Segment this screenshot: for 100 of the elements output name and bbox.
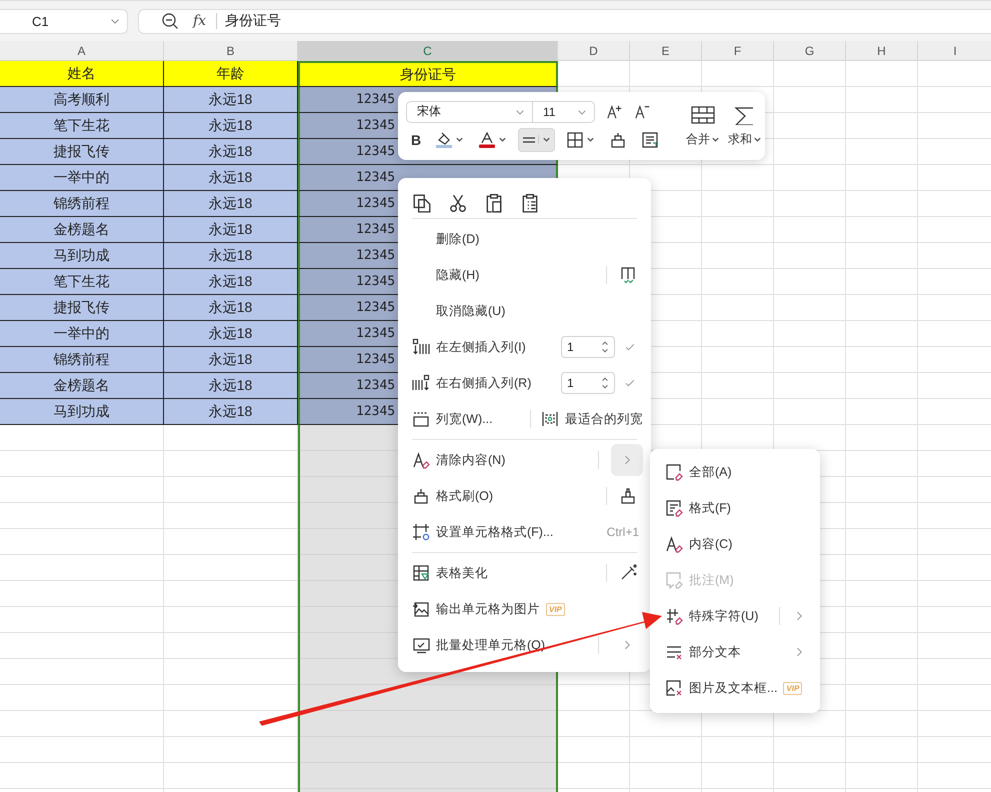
special-char-icon bbox=[665, 607, 683, 625]
table-cell: 笔下生花 bbox=[0, 113, 164, 139]
table-cell: 捷报飞传 bbox=[0, 139, 164, 165]
table-cell: 永远18 bbox=[164, 373, 298, 399]
table-cell: 高考顺利 bbox=[0, 87, 164, 113]
hide-column-icon[interactable] bbox=[619, 266, 637, 284]
column-width-icon bbox=[412, 410, 430, 428]
menu-item[interactable]: 表格美化 bbox=[412, 558, 606, 588]
table-cell: 永远18 bbox=[164, 87, 298, 113]
eraser-icon bbox=[665, 463, 683, 481]
table-cell: 一举中的 bbox=[0, 321, 164, 347]
table-cell: 永远18 bbox=[164, 191, 298, 217]
size-select[interactable]: 11 bbox=[533, 100, 595, 122]
menu-item[interactable]: 清除内容(N) bbox=[412, 445, 598, 475]
stepper-icon bbox=[601, 340, 609, 354]
table-cell: 金榜题名 bbox=[0, 217, 164, 243]
brush-icon bbox=[412, 487, 430, 505]
align-icon bbox=[522, 136, 536, 144]
table-cell: 永远18 bbox=[164, 399, 298, 425]
vip-badge: VIP bbox=[783, 682, 802, 694]
column-header[interactable]: D bbox=[558, 41, 630, 60]
table-cell: 捷报飞传 bbox=[0, 295, 164, 321]
format-eraser-icon bbox=[665, 499, 683, 517]
table-cell: 金榜题名 bbox=[0, 373, 164, 399]
table-cell: 马到功成 bbox=[0, 243, 164, 269]
column-header[interactable]: C bbox=[298, 41, 558, 60]
table-cell: 永远18 bbox=[164, 269, 298, 295]
wrap-text-icon bbox=[641, 130, 660, 148]
clear-icon bbox=[665, 535, 683, 553]
table-cell: 永远18 bbox=[164, 217, 298, 243]
vip-badge: VIP bbox=[546, 602, 565, 616]
caret-icon bbox=[586, 135, 596, 144]
column-header[interactable]: I bbox=[918, 41, 991, 60]
font-shrink-icon[interactable] bbox=[635, 104, 651, 120]
name-box[interactable]: C1 bbox=[0, 8, 128, 34]
stepper-icon bbox=[601, 376, 609, 390]
header-cell: 身份证号 bbox=[298, 61, 558, 87]
table-cell: 永远18 bbox=[164, 139, 298, 165]
formula-value: 身份证号 bbox=[225, 12, 282, 30]
column-header[interactable]: A bbox=[0, 41, 164, 60]
column-header[interactable]: E bbox=[630, 41, 702, 60]
function-button[interactable]: fx bbox=[193, 13, 206, 29]
font-color-icon bbox=[478, 130, 496, 148]
menu-item[interactable]: 格式(F) bbox=[665, 493, 808, 523]
comment-eraser-icon bbox=[665, 571, 683, 589]
align-button[interactable] bbox=[518, 128, 556, 152]
number-field[interactable]: 1 bbox=[561, 372, 615, 394]
column-header[interactable]: F bbox=[702, 41, 774, 60]
menu-item[interactable]: 部分文本 bbox=[665, 637, 792, 667]
clear-icon bbox=[412, 451, 430, 469]
sum-button[interactable]: 求和 bbox=[724, 104, 766, 148]
table-cell: 锦绣前程 bbox=[0, 347, 164, 373]
caret-icon bbox=[753, 134, 762, 144]
merge-cells-icon bbox=[690, 104, 716, 124]
picture-cross-icon bbox=[665, 679, 683, 697]
paste-icon[interactable] bbox=[484, 193, 504, 213]
table-cell: 永远18 bbox=[164, 243, 298, 269]
menu-item[interactable]: 全部(A) bbox=[665, 457, 808, 487]
copy-icon[interactable] bbox=[412, 193, 432, 213]
fill-color-icon bbox=[435, 130, 454, 148]
shortcut-label: Ctrl+1 bbox=[606, 525, 639, 539]
table-style-icon bbox=[412, 564, 430, 582]
column-header[interactable]: G bbox=[774, 41, 846, 60]
cut-icon[interactable] bbox=[448, 193, 468, 213]
caret-icon bbox=[538, 135, 552, 144]
menu-item[interactable]: 输出单元格为图片 bbox=[412, 594, 540, 624]
paste-special-icon[interactable] bbox=[520, 193, 540, 213]
caret-icon bbox=[498, 135, 508, 144]
batch-cells-icon bbox=[412, 636, 430, 654]
autofit-icon bbox=[541, 410, 559, 428]
table-cell: 永远18 bbox=[164, 113, 298, 139]
insert-column-icon bbox=[412, 374, 430, 392]
brush-icon[interactable] bbox=[619, 487, 637, 505]
borders-icon bbox=[566, 130, 584, 148]
table-cell: 马到功成 bbox=[0, 399, 164, 425]
table-cell: 笔下生花 bbox=[0, 269, 164, 295]
menu-item[interactable]: 图片及文本框... bbox=[665, 673, 778, 703]
font-grow-icon[interactable] bbox=[607, 104, 623, 120]
menu-item[interactable]: 格式刷(O) bbox=[412, 481, 606, 511]
menu-item[interactable]: 特殊字符(U) bbox=[665, 601, 779, 631]
menu-item[interactable]: 设置单元格格式(F)... bbox=[412, 517, 607, 547]
table-cell: 永远18 bbox=[164, 347, 298, 373]
zoom-out-icon[interactable] bbox=[161, 12, 179, 30]
table-cell: 一举中的 bbox=[0, 165, 164, 191]
wand-icon[interactable] bbox=[619, 564, 637, 582]
table-cell: 永远18 bbox=[164, 321, 298, 347]
formula-bar[interactable]: fx 身份证号 bbox=[138, 8, 991, 34]
number-field[interactable]: 1 bbox=[561, 336, 615, 358]
caret-icon bbox=[711, 134, 720, 144]
table-cell: 锦绣前程 bbox=[0, 191, 164, 217]
header-cell: 年龄 bbox=[164, 61, 298, 87]
cell-format-icon bbox=[412, 523, 430, 541]
brush-icon bbox=[609, 130, 628, 148]
table-cell: 永远18 bbox=[164, 295, 298, 321]
merge-button[interactable]: 合并 bbox=[682, 104, 724, 148]
table-cell: 永远18 bbox=[164, 165, 298, 191]
menu-item[interactable]: 内容(C) bbox=[665, 529, 808, 559]
column-header[interactable]: H bbox=[846, 41, 918, 60]
caret-icon bbox=[455, 135, 464, 144]
font-select[interactable]: 宋体 bbox=[406, 100, 533, 122]
